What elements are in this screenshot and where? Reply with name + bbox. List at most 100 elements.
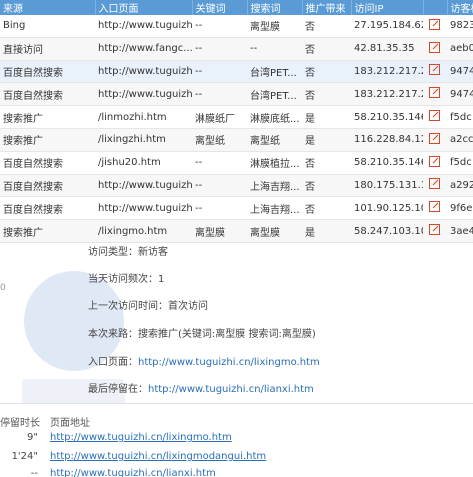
visitor-detail-panel: 0 访问类型：新访客 当天访问频次：1 上一次访问时间：首次访问 本次来路：搜索… — [0, 233, 473, 403]
last-visit-time: 上一次访问时间：首次访问 — [88, 301, 208, 312]
cell-entry-link[interactable]: http://www.tuguizhi — [95, 196, 192, 221]
external-link-icon[interactable] — [423, 196, 447, 221]
cell-keyword: -- — [192, 174, 247, 198]
table-row[interactable]: 百度自然搜索 http://www.tuguizhi -- 上海吉翔... 否 … — [0, 196, 473, 221]
visit-frequency: 当天访问频次：1 — [88, 274, 165, 285]
visits-table: 来源 入口页面 关键词 搜索词 推广带来 访问IP 访客标识 Bing http… — [0, 0, 473, 243]
table-row[interactable]: 百度自然搜索 /jishu20.htm -- 淋膜植拉... 否 58.210.… — [0, 151, 473, 175]
cell-ip: 27.195.184.62 — [351, 15, 423, 38]
cell-ip: 183.212.217.203 — [351, 82, 423, 107]
page-link[interactable]: http://www.tuguizhi.cn/lixingmodangui.ht… — [50, 451, 266, 462]
cell-keyword: -- — [192, 196, 247, 221]
cell-search: 上海吉翔... — [247, 174, 302, 198]
cell-ip: 180.175.131.146 — [351, 174, 423, 198]
entry-page-label: 入口页面： — [88, 357, 138, 368]
cell-keyword: -- — [192, 60, 247, 84]
cell-visitor: 9474 — [447, 60, 473, 84]
cell-visitor: 9f6e — [447, 196, 473, 221]
external-link-icon[interactable] — [423, 128, 447, 152]
col-source[interactable]: 来源 — [0, 0, 96, 15]
cell-promo: 否 — [302, 60, 351, 84]
external-link-icon[interactable] — [423, 174, 447, 198]
cell-search: 台湾PET... — [247, 82, 302, 107]
divider — [0, 403, 473, 404]
cell-source: 百度自然搜索 — [0, 151, 95, 175]
cell-search: 离型纸 — [247, 128, 302, 152]
cell-visitor: 9823 — [447, 15, 473, 38]
cell-entry-link[interactable]: http://www.fangc... — [95, 37, 192, 61]
entry-page-link[interactable]: http://www.tuguizhi.cn/lixingmo.htm — [138, 357, 320, 368]
cell-promo: 否 — [302, 174, 351, 198]
table-row[interactable]: 百度自然搜索 http://www.tuguizhi -- 台湾PET... 否… — [0, 60, 473, 84]
visit-type: 访问类型：新访客 — [88, 247, 168, 258]
col-icon — [423, 0, 448, 15]
cell-search: 台湾PET... — [247, 60, 302, 84]
cell-entry-link[interactable]: /lixingzhi.htm — [95, 128, 192, 152]
table-row[interactable]: 搜索推广 /lixingzhi.htm 离型纸 离型纸 是 116.228.84… — [0, 128, 473, 152]
cell-ip: 116.228.84.122 — [351, 128, 423, 152]
external-link-icon[interactable] — [423, 105, 447, 129]
table-row[interactable]: Bing http://www.tuguizhi -- 离型膜 否 27.195… — [0, 15, 473, 38]
col-search[interactable]: 搜索词 — [247, 0, 303, 15]
stay-time: 9" — [27, 432, 38, 443]
cell-entry-link[interactable]: /linmozhi.htm — [95, 105, 192, 129]
col-keyword[interactable]: 关键词 — [192, 0, 248, 15]
table-header-row: 来源 入口页面 关键词 搜索词 推广带来 访问IP 访客标识 — [0, 0, 473, 15]
col-ip[interactable]: 访问IP — [351, 0, 424, 15]
cell-promo: 是 — [302, 128, 351, 152]
cell-ip: 58.210.35.146 — [351, 105, 423, 129]
cell-search: 上海吉翔... — [247, 196, 302, 221]
col-entry[interactable]: 入口页面 — [95, 0, 193, 15]
cell-entry-link[interactable]: http://www.tuguizhi — [95, 60, 192, 84]
stay-time-header: 停留时长 — [0, 418, 40, 429]
page-link[interactable]: http://www.tuguizhi.cn/lianxi.htm — [50, 468, 216, 477]
cell-ip: 183.212.217.203 — [351, 60, 423, 84]
cell-source: 百度自然搜索 — [0, 82, 95, 107]
cell-promo: 否 — [302, 82, 351, 107]
cell-promo: 否 — [302, 196, 351, 221]
entry-page: 入口页面：http://www.tuguizhi.cn/lixingmo.htm — [88, 353, 320, 368]
page-link[interactable]: http://www.tuguizhi.cn/lixingmo.htm — [50, 432, 232, 443]
page-url-header: 页面地址 — [50, 418, 90, 429]
cell-search: 离型膜 — [247, 15, 302, 38]
cell-source: 搜索推广 — [0, 105, 95, 129]
list-item[interactable]: -- http://www.tuguizhi.cn/lianxi.htm — [0, 468, 473, 477]
list-item[interactable]: 9" http://www.tuguizhi.cn/lixingmo.htm — [0, 432, 473, 446]
cell-entry-link[interactable]: /jishu20.htm — [95, 151, 192, 175]
cell-search: 淋膜植拉... — [247, 151, 302, 175]
table-row[interactable]: 百度自然搜索 http://www.tuguizhi -- 上海吉翔... 否 … — [0, 174, 473, 198]
last-stay-label: 最后停留在： — [88, 384, 148, 395]
cell-entry-link[interactable]: http://www.tuguizhi — [95, 15, 192, 38]
cell-keyword: -- — [192, 15, 247, 38]
last-stay-link[interactable]: http://www.tuguizhi.cn/lianxi.htm — [148, 384, 314, 395]
table-row[interactable]: 百度自然搜索 http://www.tuguizhi -- 台湾PET... 否… — [0, 82, 473, 107]
cell-keyword: 淋膜纸厂 — [192, 105, 247, 129]
col-promo[interactable]: 推广带来 — [302, 0, 352, 15]
cell-ip: 58.210.35.146 — [351, 151, 423, 175]
list-item[interactable]: 1'24" http://www.tuguizhi.cn/lixingmodan… — [0, 451, 473, 465]
cell-keyword: -- — [192, 82, 247, 107]
cell-promo: 否 — [302, 15, 351, 38]
cell-entry-link[interactable]: http://www.tuguizhi — [95, 174, 192, 198]
col-visitor[interactable]: 访客标识 — [447, 0, 473, 15]
external-link-icon[interactable] — [423, 60, 447, 84]
stay-time: 1'24" — [11, 451, 38, 462]
external-link-icon[interactable] — [423, 151, 447, 175]
cell-visitor: 9474 — [447, 82, 473, 107]
external-link-icon[interactable] — [423, 82, 447, 107]
cell-source: 百度自然搜索 — [0, 196, 95, 221]
cell-visitor: f5dc — [447, 105, 473, 129]
visit-source: 本次来路：搜索推广(关键词:离型膜 搜索词:离型膜) — [88, 329, 316, 340]
external-link-icon[interactable] — [423, 15, 447, 38]
cell-source: 直接访问 — [0, 37, 95, 61]
cell-keyword: -- — [192, 151, 247, 175]
cell-source: Bing — [0, 15, 95, 38]
table-row[interactable]: 直接访问 http://www.fangc... -- -- 否 42.81.3… — [0, 37, 473, 61]
table-row[interactable]: 搜索推广 /linmozhi.htm 淋膜纸厂 淋膜底纸... 是 58.210… — [0, 105, 473, 129]
cell-source: 百度自然搜索 — [0, 174, 95, 198]
cell-visitor: a292 — [447, 174, 473, 198]
external-link-icon[interactable] — [423, 37, 447, 61]
cell-entry-link[interactable]: http://www.tuguizhi — [95, 82, 192, 107]
cell-ip: 101.90.125.104 — [351, 196, 423, 221]
cell-promo: 否 — [302, 37, 351, 61]
